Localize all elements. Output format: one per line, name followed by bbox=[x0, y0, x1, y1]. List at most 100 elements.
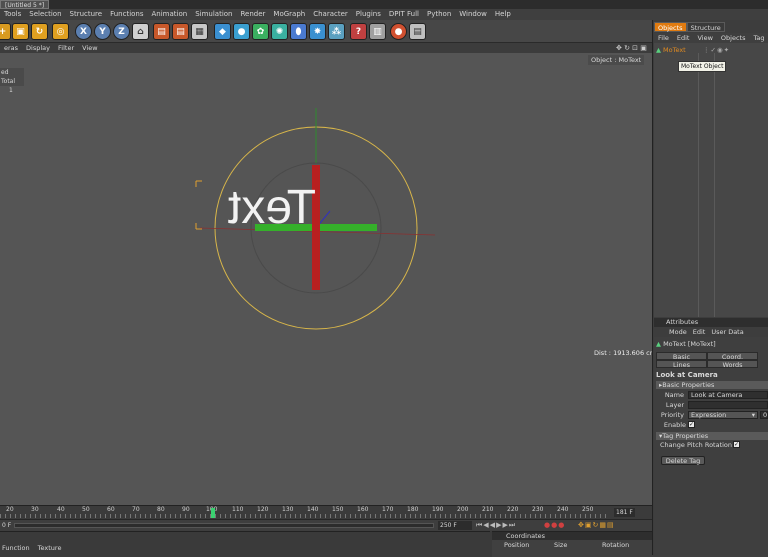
menu-functions[interactable]: Functions bbox=[106, 9, 147, 20]
world-coordinates-icon[interactable]: ⌂ bbox=[132, 23, 149, 40]
deformer-icon[interactable]: ⬮ bbox=[290, 23, 307, 40]
viewport-navigation-icons[interactable]: ✥ ↻ ⊡ ▣ bbox=[616, 44, 647, 52]
obj-menu-file[interactable]: File bbox=[654, 33, 673, 43]
layer-field[interactable] bbox=[688, 401, 768, 409]
tab-objects[interactable]: Objects bbox=[654, 22, 687, 32]
help-icon[interactable]: ? bbox=[350, 23, 367, 40]
rotate-tool-icon[interactable]: ↻ bbox=[31, 23, 48, 40]
name-field[interactable]: Look at Camera bbox=[688, 391, 768, 399]
layer-label: Layer bbox=[665, 401, 684, 409]
menu-dpit[interactable]: DPIT Full bbox=[385, 9, 423, 20]
object-tooltip: MoText Object bbox=[678, 61, 727, 72]
nurbs-icon[interactable]: ✿ bbox=[252, 23, 269, 40]
obj-menu-edit[interactable]: Edit bbox=[673, 33, 694, 43]
menu-character[interactable]: Character bbox=[309, 9, 352, 20]
layout-icon[interactable]: ▤ bbox=[409, 23, 426, 40]
attr-tab-words[interactable]: Words bbox=[707, 360, 758, 369]
render-settings-icon[interactable]: ▦ bbox=[191, 23, 208, 40]
attr-menu-user-data[interactable]: User Data bbox=[708, 327, 746, 337]
column-divider bbox=[714, 53, 715, 317]
title-bar bbox=[0, 0, 768, 9]
attr-menu-edit[interactable]: Edit bbox=[690, 327, 709, 337]
menu-mograph[interactable]: MoGraph bbox=[269, 9, 309, 20]
record-icon[interactable]: ● bbox=[390, 23, 407, 40]
move-tool-icon[interactable]: + bbox=[0, 23, 11, 40]
viewport-menu: eras Display Filter View bbox=[0, 43, 652, 53]
enable-checkbox[interactable]: ✓ bbox=[688, 421, 695, 428]
start-frame-field[interactable]: 0 F bbox=[2, 522, 11, 529]
change-pitch-checkbox[interactable]: ✓ bbox=[733, 441, 740, 448]
motext-object[interactable]: Text bbox=[228, 181, 316, 234]
delete-tag-button[interactable]: Delete Tag bbox=[661, 456, 705, 465]
attr-tab-lines[interactable]: Lines bbox=[656, 360, 707, 369]
render-view-icon[interactable]: ▤ bbox=[153, 23, 170, 40]
menu-render[interactable]: Render bbox=[237, 9, 270, 20]
attributes-menu: Mode Edit User Data bbox=[654, 327, 768, 337]
timeline-end-frame-field[interactable]: 181 F bbox=[614, 508, 635, 517]
basic-properties-section[interactable]: ▸Basic Properties bbox=[656, 381, 768, 389]
timeline-current-frame-marker[interactable] bbox=[211, 508, 215, 518]
z-axis-lock-button[interactable]: Z bbox=[113, 23, 130, 40]
tab-structure[interactable]: Structure bbox=[686, 22, 725, 32]
viewport-menu-cameras[interactable]: eras bbox=[0, 43, 22, 53]
attr-tab-basic[interactable]: Basic bbox=[656, 352, 707, 361]
subdivision-icon[interactable]: ● bbox=[233, 23, 250, 40]
tag-properties-section[interactable]: ▾Tag Properties bbox=[656, 432, 768, 440]
menu-window[interactable]: Window bbox=[455, 9, 491, 20]
material-menu-texture[interactable]: Texture bbox=[38, 544, 62, 553]
scale-tool-icon[interactable]: ▣ bbox=[12, 23, 29, 40]
hud-object-label: Object : MoText bbox=[588, 55, 645, 65]
3d-viewport[interactable]: Text bbox=[0, 53, 652, 505]
x-axis-lock-button[interactable]: X bbox=[75, 23, 92, 40]
attributes-title: Attributes bbox=[654, 318, 768, 327]
document-tab[interactable]: [Untitled 5 *] bbox=[0, 0, 50, 9]
menu-python[interactable]: Python bbox=[423, 9, 455, 20]
script-manager-icon[interactable]: ▥ bbox=[369, 23, 386, 40]
menu-tools[interactable]: Tools bbox=[0, 9, 25, 20]
attr-menu-mode[interactable]: Mode bbox=[666, 327, 690, 337]
material-menu-function[interactable]: Function bbox=[2, 544, 38, 553]
obj-menu-tag[interactable]: Tag bbox=[749, 33, 768, 43]
priority-dropdown[interactable]: Expression ▾ bbox=[688, 411, 758, 419]
playback-controls[interactable]: ⏮◀◀▶▶⏭ bbox=[476, 521, 516, 530]
priority-label: Priority bbox=[660, 411, 684, 419]
chevron-down-icon: ▾ bbox=[751, 411, 755, 419]
menu-help[interactable]: Help bbox=[491, 9, 515, 20]
menu-animation[interactable]: Animation bbox=[148, 9, 192, 20]
coord-column-rotation: Rotation bbox=[602, 541, 630, 549]
scene-icon[interactable]: ✸ bbox=[309, 23, 326, 40]
coordinate-system-icon[interactable]: ◎ bbox=[52, 23, 69, 40]
menu-structure[interactable]: Structure bbox=[66, 9, 107, 20]
menu-simulation[interactable]: Simulation bbox=[191, 9, 236, 20]
light-icon[interactable]: ⁂ bbox=[328, 23, 345, 40]
record-key-controls[interactable]: ●●● bbox=[544, 521, 565, 529]
object-row-motext[interactable]: ▲ MoText ⋮✓◉✦ bbox=[656, 45, 768, 55]
timeline-ruler[interactable]: 20 30 40 50 60 70 80 90 100 110 120 130 … bbox=[0, 505, 652, 519]
attr-tab-coord[interactable]: Coord. bbox=[707, 352, 758, 361]
viewport-menu-display[interactable]: Display bbox=[22, 43, 54, 53]
viewport-menu-filter[interactable]: Filter bbox=[54, 43, 78, 53]
scene-graphics: Text bbox=[195, 108, 436, 330]
object-name[interactable]: MoText bbox=[663, 46, 699, 54]
object-list[interactable] bbox=[654, 43, 768, 317]
preview-range-slider[interactable] bbox=[14, 523, 434, 528]
motext-icon: ▲ bbox=[656, 340, 661, 348]
array-icon[interactable]: ✺ bbox=[271, 23, 288, 40]
priority-number-field[interactable]: 0 bbox=[760, 411, 768, 419]
timeline-minor-ticks bbox=[0, 514, 610, 518]
render-picture-viewer-icon[interactable]: ▤ bbox=[172, 23, 189, 40]
object-tag-icons[interactable]: ⋮✓◉✦ bbox=[703, 46, 730, 54]
obj-menu-objects[interactable]: Objects bbox=[717, 33, 750, 43]
main-menu-bar: Tools Selection Structure Functions Anim… bbox=[0, 9, 768, 20]
max-frame-field[interactable]: 250 F bbox=[438, 521, 472, 530]
viewport-menu-view[interactable]: View bbox=[78, 43, 101, 53]
column-divider bbox=[698, 53, 699, 317]
cube-primitive-icon[interactable]: ◆ bbox=[214, 23, 231, 40]
obj-menu-view[interactable]: View bbox=[693, 33, 716, 43]
main-toolbar: + ▣ ↻ ◎ X Y Z ⌂ ▤ ▤ ▦ ◆ ● ✿ ✺ ⬮ ✸ ⁂ ? ▥ … bbox=[0, 20, 652, 43]
menu-plugins[interactable]: Plugins bbox=[352, 9, 385, 20]
menu-selection[interactable]: Selection bbox=[25, 9, 65, 20]
y-axis-lock-button[interactable]: Y bbox=[94, 23, 111, 40]
key-mode-controls[interactable]: ✥▣↻▦▤ bbox=[578, 521, 615, 529]
tag-title: Look at Camera bbox=[656, 371, 718, 379]
